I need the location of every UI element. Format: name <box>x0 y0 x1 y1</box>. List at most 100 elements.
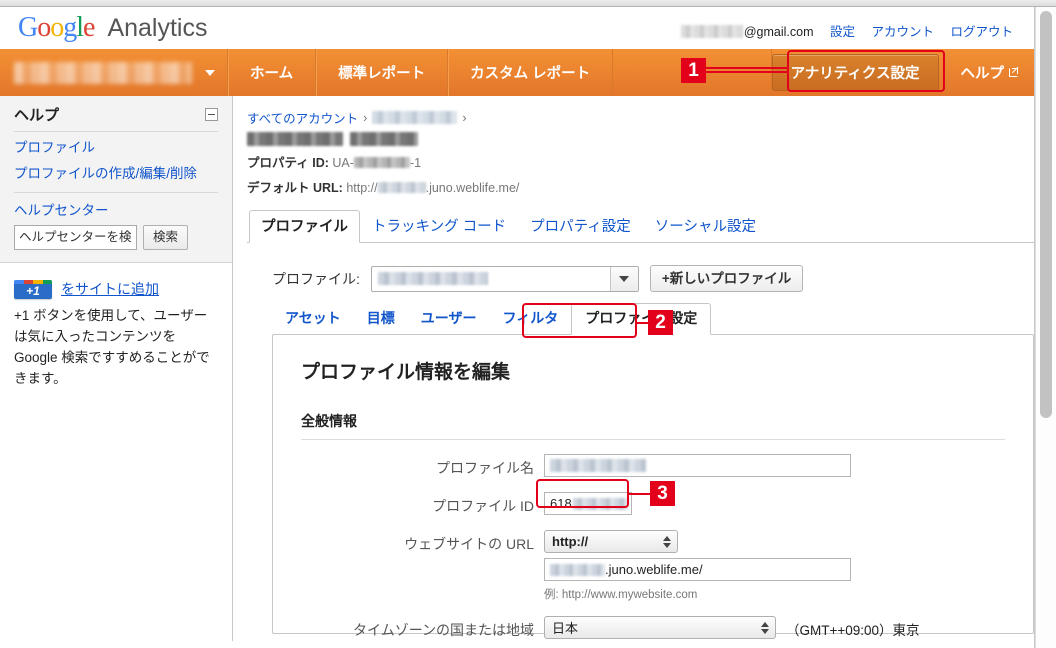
redacted-profile-name <box>350 132 418 146</box>
account-selector[interactable] <box>0 49 228 96</box>
help-center-label: ヘルプセンター <box>14 203 109 218</box>
default-url-label: デフォルト URL: <box>247 181 343 195</box>
sidebar-link-profile-crud[interactable]: プロファイルの作成/編集/削除 <box>14 158 218 184</box>
website-url-label: ウェブサイトの URL <box>404 536 534 552</box>
breadcrumb-separator-1: › <box>363 110 368 125</box>
help-panel-title: ヘルプ <box>14 107 60 124</box>
subtab-users[interactable]: ユーザー <box>408 304 490 334</box>
redacted-email <box>680 25 743 38</box>
settings-link[interactable]: 設定 <box>830 25 855 39</box>
chevron-down-icon <box>205 70 215 76</box>
property-tabs: プロファイル トラッキング コード プロパティ設定 ソーシャル設定 <box>247 210 1034 243</box>
sidebar-divider <box>14 192 218 193</box>
vertical-scrollbar[interactable] <box>1035 7 1056 648</box>
main-navigation-bar: ホーム 標準レポート カスタム レポート アナリティクス設定 ヘルプ <box>0 49 1034 96</box>
property-id-suffix: -1 <box>409 156 422 170</box>
field-timezone: タイムゾーンの国または地域 日本 （GMT++09:00）東京 <box>301 616 1005 640</box>
profile-selector-label: プロファイル: <box>272 270 360 287</box>
redacted-profile-name-value <box>550 459 646 472</box>
redacted-profile-id-rest <box>572 497 629 510</box>
profile-settings-subtab[interactable]: プロファイル設定 <box>571 303 712 335</box>
redacted-selected-profile <box>377 272 488 285</box>
app-root: Google Analytics @gmail.com 設定 アカウント ログア… <box>0 0 1056 648</box>
property-id-label: プロパティ ID: <box>247 156 329 170</box>
redacted-url-subdomain <box>550 563 605 576</box>
account-link[interactable]: アカウント <box>871 25 934 39</box>
help-search-input[interactable]: ヘルプセンターを検 <box>14 225 137 250</box>
property-id-prefix: UA- <box>332 156 354 170</box>
annotation-badge-3: 3 <box>650 481 675 506</box>
tab-social-settings[interactable]: ソーシャル設定 <box>643 211 768 242</box>
annotation-connector-3 <box>629 493 651 495</box>
annotation-badge-1: 1 <box>681 58 706 83</box>
help-button[interactable]: ヘルプ <box>939 49 1035 96</box>
subtab-goals[interactable]: 目標 <box>354 304 408 334</box>
help-search-row: ヘルプセンターを検 検索 <box>14 225 218 250</box>
property-id-line: プロパティ ID: UA- -1 <box>247 152 1034 171</box>
plusone-add-link[interactable]: をサイトに追加 <box>61 279 159 299</box>
default-url-prefix: http:// <box>346 181 378 195</box>
default-url-line: デフォルト URL: http:// .juno.weblife.me/ <box>247 177 1034 196</box>
timezone-select[interactable]: 日本 <box>544 616 776 639</box>
help-search-button[interactable]: 検索 <box>143 225 189 250</box>
collapse-icon[interactable] <box>205 108 218 121</box>
plusone-badge-label: +1 <box>26 284 40 298</box>
breadcrumb-separator-2: › <box>462 110 467 125</box>
external-link-icon <box>1009 67 1019 77</box>
card-title: プロファイル情報を編集 <box>301 362 511 383</box>
nav-standard-reports[interactable]: 標準レポート <box>316 49 449 96</box>
account-links: @gmail.com 設定 アカウント ログアウト <box>680 21 1013 40</box>
tab-property-settings[interactable]: プロパティ設定 <box>518 211 643 242</box>
new-profile-button[interactable]: +新しいプロファイル <box>649 265 804 292</box>
website-url-suffix: .juno.weblife.me/ <box>605 562 703 577</box>
profile-name-input[interactable] <box>544 454 851 477</box>
redacted-property-id <box>353 157 410 168</box>
logout-link[interactable]: ログアウト <box>950 25 1013 39</box>
page-viewport: Google Analytics @gmail.com 設定 アカウント ログア… <box>0 7 1035 648</box>
subtab-filters[interactable]: フィルタ <box>489 304 571 334</box>
nav-home[interactable]: ホーム <box>228 49 317 96</box>
help-panel: ヘルプ プロファイル プロファイルの作成/編集/削除 ヘルプセンター ヘルプセン… <box>0 96 232 263</box>
nav-custom-reports[interactable]: カスタム レポート <box>448 49 614 96</box>
analytics-settings-button[interactable]: アナリティクス設定 <box>771 54 939 91</box>
select-spinner-icon <box>663 535 671 548</box>
timezone-label: タイムゾーンの国または地域 <box>352 622 534 638</box>
main-content: すべてのアカウント › › プロパティ ID: UA- -1 デフォルト URL:… <box>233 96 1034 641</box>
plus-one-icon[interactable]: +1 <box>14 279 52 299</box>
email-domain: @gmail.com <box>743 25 814 39</box>
field-profile-name: プロファイル名 <box>301 454 1005 478</box>
breadcrumb-redacted-account[interactable] <box>372 111 458 124</box>
profile-name-label: プロファイル名 <box>436 460 534 476</box>
redacted-subdomain <box>377 182 426 193</box>
profile-id-field[interactable]: 618 <box>544 492 632 515</box>
website-url-controls: http:// .juno.weblife.me/ 例: http://www.… <box>544 530 851 602</box>
sidebar-link-profile[interactable]: プロファイル <box>14 132 218 158</box>
website-url-input[interactable]: .juno.weblife.me/ <box>544 558 851 581</box>
help-panel-header: ヘルプ <box>14 104 218 132</box>
website-url-hint: 例: http://www.mywebsite.com <box>544 589 698 601</box>
profile-id-label: プロファイル ID <box>432 498 534 514</box>
annotation-badge-2: 2 <box>648 310 673 335</box>
plusone-row: +1 をサイトに追加 <box>14 279 218 299</box>
plusone-description: +1 ボタンを使用して、ユーザーは気に入ったコンテンツを Google 検索です… <box>14 308 210 386</box>
timezone-note: （GMT++09:00）東京 <box>786 623 920 638</box>
tab-tracking-code[interactable]: トラッキング コード <box>360 211 518 242</box>
profile-id-value: 618 <box>550 496 572 511</box>
subtab-assets[interactable]: アセット <box>272 304 354 334</box>
url-protocol-value: http:// <box>552 534 589 549</box>
redacted-account-name <box>14 61 192 84</box>
product-name: Analytics <box>107 14 208 42</box>
tab-profile[interactable]: プロファイル <box>249 210 360 243</box>
chevron-down-icon[interactable] <box>609 266 638 291</box>
profile-selector-row: プロファイル: +新しいプロファイル <box>247 265 1034 292</box>
breadcrumb-all-accounts[interactable]: すべてのアカウント <box>247 108 358 127</box>
url-protocol-select[interactable]: http:// <box>544 530 678 553</box>
profile-select[interactable] <box>370 265 639 292</box>
body-wrapper: ヘルプ プロファイル プロファイルの作成/編集/削除 ヘルプセンター ヘルプセン… <box>0 96 1034 641</box>
scrollbar-thumb[interactable] <box>1040 11 1052 418</box>
annotation-connector-1 <box>706 67 789 73</box>
timezone-value: 日本 <box>552 621 579 636</box>
section-general-info: 全般情報 <box>301 411 1005 440</box>
sidebar: ヘルプ プロファイル プロファイルの作成/編集/削除 ヘルプセンター ヘルプセン… <box>0 96 233 641</box>
window-chrome-strip <box>0 0 1056 7</box>
